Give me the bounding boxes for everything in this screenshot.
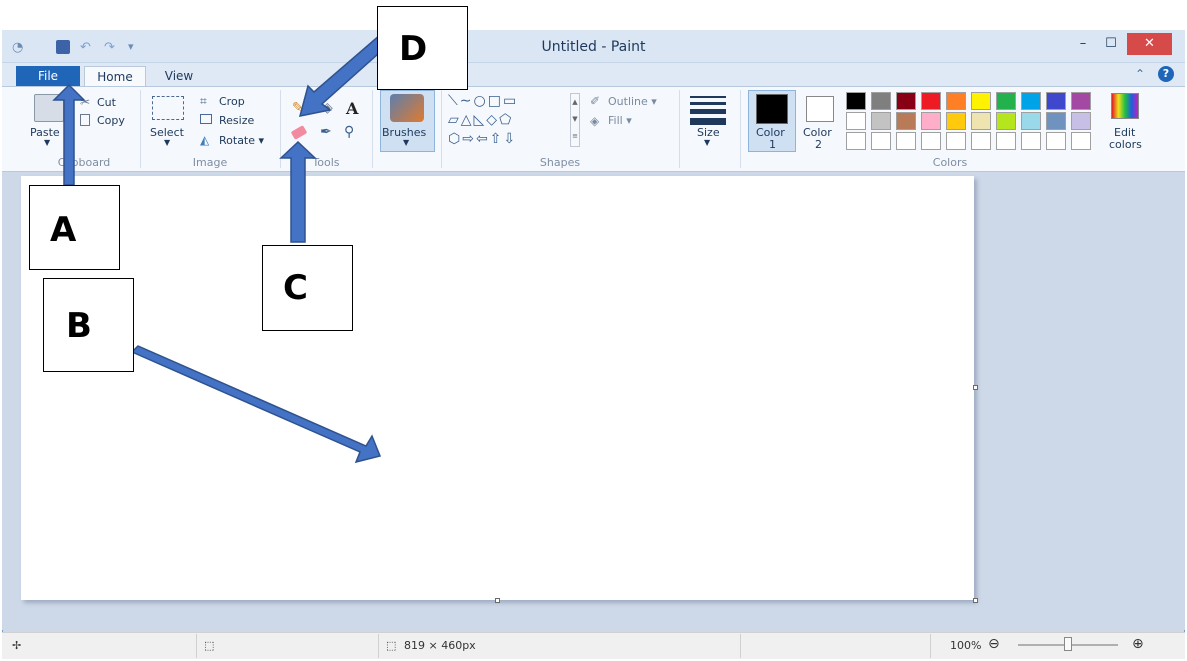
annotation-text-a: A — [50, 210, 77, 250]
arrow-c — [279, 140, 317, 243]
annotation-text-b: B — [66, 306, 92, 346]
arrow-a — [52, 83, 86, 186]
annotation-label-d: D — [377, 6, 468, 90]
annotation-text-c: C — [283, 268, 308, 308]
annotation-arrows — [52, 33, 390, 464]
annotation-text-d: D — [399, 29, 428, 69]
arrow-b — [130, 345, 382, 464]
arrow-d — [298, 33, 390, 117]
annotation-label-a: A — [29, 185, 120, 270]
annotation-label-c: C — [262, 245, 353, 331]
annotation-label-b: B — [43, 278, 134, 372]
